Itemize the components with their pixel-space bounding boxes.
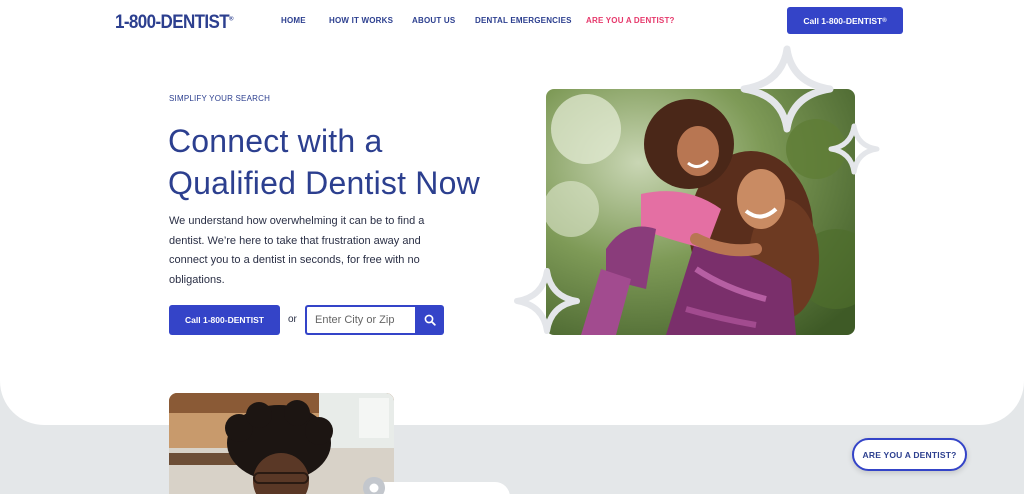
or-label: or bbox=[288, 314, 297, 325]
headline-line-1: Connect with a bbox=[168, 123, 383, 159]
search-icon bbox=[424, 314, 436, 326]
location-chip bbox=[363, 477, 510, 494]
hero-headline: Connect with a Qualified Dentist Now bbox=[168, 120, 528, 204]
headline-line-2: Qualified Dentist Now bbox=[168, 165, 480, 201]
hero-call-button[interactable]: Call 1-800-DENTIST bbox=[169, 305, 280, 335]
site-logo[interactable]: 1-800-DENTIST® bbox=[115, 11, 234, 33]
sparkle-icon bbox=[740, 45, 834, 133]
nav-are-you-a-dentist[interactable]: ARE YOU A DENTIST? bbox=[586, 16, 675, 25]
nav-dental-emergencies[interactable]: DENTAL EMERGENCIES bbox=[475, 16, 572, 25]
hero-section bbox=[0, 0, 1024, 425]
nav-about-us[interactable]: ABOUT US bbox=[412, 16, 455, 25]
person-photo bbox=[169, 393, 394, 494]
dentist-card-photo bbox=[169, 393, 394, 494]
nav-home[interactable]: HOME bbox=[281, 16, 306, 25]
sparkle-icon bbox=[828, 123, 880, 175]
are-you-a-dentist-button[interactable]: ARE YOU A DENTIST? bbox=[852, 438, 967, 471]
hero-description: We understand how overwhelming it can be… bbox=[169, 215, 425, 286]
hero-eyebrow: SIMPLIFY YOUR SEARCH bbox=[169, 94, 271, 103]
nav-how-it-works[interactable]: HOW IT WORKS bbox=[329, 16, 393, 25]
search-button[interactable] bbox=[415, 305, 444, 335]
city-zip-input[interactable] bbox=[305, 305, 416, 335]
header-call-button[interactable]: Call 1-800-DENTIST ® bbox=[787, 7, 903, 34]
sparkle-icon bbox=[514, 268, 580, 334]
map-pin-icon bbox=[363, 477, 385, 494]
